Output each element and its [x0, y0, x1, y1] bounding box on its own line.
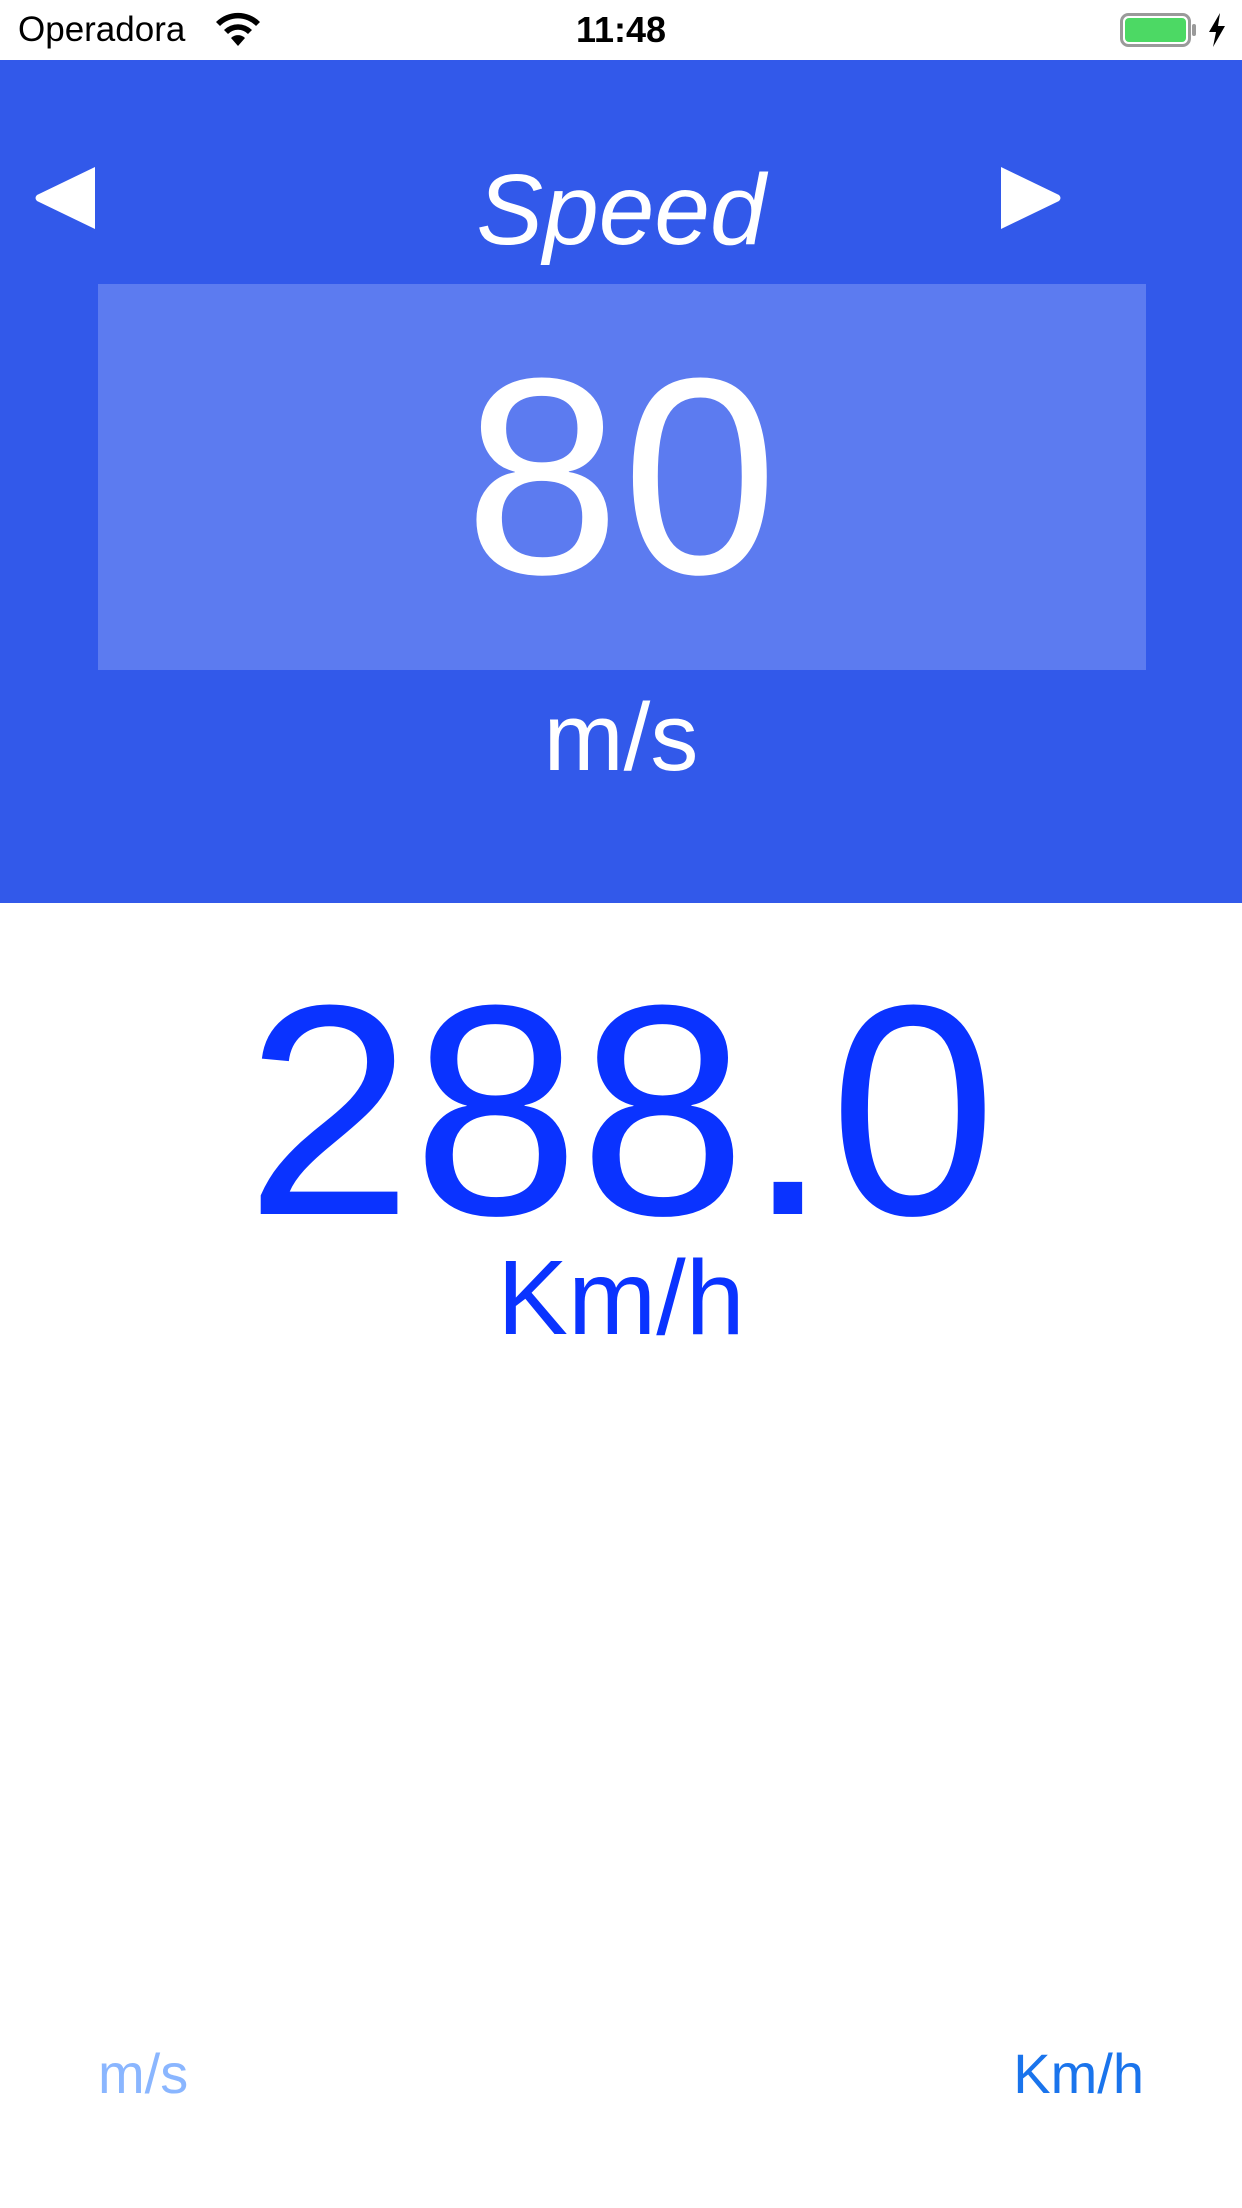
converted-unit-label: Km/h	[497, 1239, 745, 1357]
next-button[interactable]	[992, 160, 1068, 236]
value-input-field[interactable]: 80	[98, 284, 1146, 670]
charging-icon	[1209, 13, 1225, 47]
unit-option-kmh[interactable]: Km/h	[1013, 2040, 1144, 2108]
battery-fill	[1125, 18, 1186, 42]
unit-option-ms[interactable]: m/s	[98, 2040, 188, 2108]
battery-icon	[1120, 13, 1196, 47]
converted-value: 288.0	[245, 942, 997, 1278]
header-panel: Speed 80 m/s	[0, 60, 1242, 903]
status-time: 11:48	[575, 9, 667, 50]
input-value: 80	[464, 321, 780, 633]
status-bar: Operadora 11:48	[0, 0, 1242, 60]
input-unit-label: m/s	[543, 684, 699, 791]
triangle-right-icon	[1001, 167, 1061, 229]
